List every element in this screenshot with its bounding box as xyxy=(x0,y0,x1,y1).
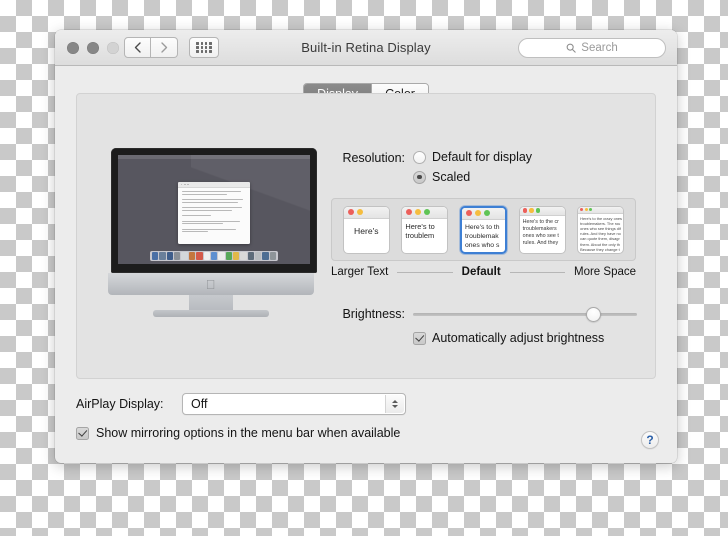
imac-preview-illustration:  xyxy=(103,148,318,317)
radio-default-for-display[interactable]: Default for display xyxy=(413,150,532,164)
radio-circle-icon xyxy=(413,150,426,164)
search-placeholder: Search xyxy=(581,42,618,54)
airplay-popup-button[interactable]: Off xyxy=(182,393,406,415)
resolution-thumb-larger-text[interactable]: Here's xyxy=(342,205,390,254)
label-more-space: More Space xyxy=(574,266,637,278)
airplay-label: AirPlay Display: xyxy=(76,397,164,411)
resolution-thumb-more-space[interactable]: Here's to the crazy ones troublemakers. … xyxy=(577,205,625,254)
window-titlebar: Built-in Retina Display Search xyxy=(55,30,677,66)
thumb-zoom-dot-icon xyxy=(589,208,593,211)
thumb-text: Here's to th troublemak ones who s xyxy=(464,223,500,249)
radio-default-label: Default for display xyxy=(432,150,533,164)
thumb-text: Here's to troublem xyxy=(405,221,435,241)
auto-brightness-label: Automatically adjust brightness xyxy=(432,331,605,345)
label-divider-right xyxy=(509,271,565,273)
brightness-slider[interactable] xyxy=(405,306,637,322)
resolution-thumb-4[interactable]: Here's to the cr troublemakers ones who … xyxy=(518,205,566,254)
brightness-label: Brightness: xyxy=(342,307,405,321)
radio-circle-selected-icon xyxy=(413,170,426,184)
system-preferences-window: Built-in Retina Display Search Display C… xyxy=(55,30,677,463)
thumb-titlebar xyxy=(578,206,624,214)
mirroring-label: Show mirroring options in the menu bar w… xyxy=(96,426,401,440)
resolution-section: Resolution: Default for display Scaled xyxy=(325,150,637,184)
imac-screen xyxy=(118,155,310,264)
mirroring-checkbox-row[interactable]: Show mirroring options in the menu bar w… xyxy=(76,426,400,440)
resolution-label: Resolution: xyxy=(342,151,405,165)
thumb-minimize-dot-icon xyxy=(474,210,481,216)
thumb-close-dot-icon xyxy=(580,208,584,211)
radio-scaled[interactable]: Scaled xyxy=(413,170,532,184)
imac-menubar xyxy=(118,155,310,159)
thumb-titlebar xyxy=(402,206,448,219)
scaled-resolution-options: Here's Here's to troublem Here's to th t… xyxy=(331,198,636,261)
auto-brightness-checkbox[interactable] xyxy=(413,331,426,345)
resolution-thumb-default[interactable]: Here's to th troublemak ones who s xyxy=(459,205,507,254)
thumb-minimize-dot-icon xyxy=(356,209,363,215)
popup-arrows-icon xyxy=(385,395,404,413)
label-larger-text: Larger Text xyxy=(331,266,389,278)
thumb-zoom-dot-icon xyxy=(535,208,541,213)
imac-document-window xyxy=(178,182,250,244)
display-settings-panel:  Resolution: Default for display Scaled xyxy=(76,93,656,379)
thumb-zoom-dot-icon xyxy=(483,210,490,216)
resolution-thumb-2[interactable]: Here's to troublem xyxy=(401,205,449,254)
imac-document-text xyxy=(178,188,250,235)
thumb-close-dot-icon xyxy=(347,209,354,215)
help-button[interactable]: ? xyxy=(641,431,659,449)
thumb-titlebar xyxy=(343,206,389,219)
thumb-zoom-dot-icon xyxy=(424,209,431,215)
thumb-text: Here's xyxy=(354,225,379,236)
slider-track xyxy=(413,312,637,316)
radio-scaled-label: Scaled xyxy=(432,170,471,184)
label-default: Default xyxy=(461,266,501,278)
thumb-minimize-dot-icon xyxy=(584,208,588,211)
airplay-display-row: AirPlay Display: Off xyxy=(76,393,406,415)
thumb-close-dot-icon xyxy=(406,209,413,215)
thumb-titlebar xyxy=(461,207,505,220)
imac-bezel xyxy=(111,148,317,273)
imac-dock xyxy=(150,251,278,261)
scaled-resolution-labels: Larger Text Default More Space xyxy=(331,266,636,278)
thumb-close-dot-icon xyxy=(465,210,472,216)
airplay-selected-value: Off xyxy=(191,397,208,411)
auto-brightness-checkbox-row[interactable]: Automatically adjust brightness xyxy=(325,331,637,345)
thumb-close-dot-icon xyxy=(522,208,528,213)
imac-chin:  xyxy=(107,273,314,295)
label-divider-left xyxy=(397,271,453,273)
thumb-minimize-dot-icon xyxy=(415,209,422,215)
apple-logo-icon:  xyxy=(206,278,216,291)
brightness-section: Brightness: Automatically adjust brightn… xyxy=(325,306,637,345)
thumb-titlebar xyxy=(519,206,565,216)
mirroring-checkbox[interactable] xyxy=(76,426,89,440)
search-icon xyxy=(566,43,576,53)
search-field[interactable]: Search xyxy=(518,38,666,58)
thumb-minimize-dot-icon xyxy=(529,208,534,213)
thumb-text: Here's to the crazy ones troublemakers. … xyxy=(580,215,623,252)
imac-stand-base xyxy=(152,310,269,317)
slider-knob[interactable] xyxy=(586,306,602,322)
resolution-radio-group: Default for display Scaled xyxy=(405,150,532,184)
thumb-text: Here's to the cr troublemakers ones who … xyxy=(522,218,559,247)
